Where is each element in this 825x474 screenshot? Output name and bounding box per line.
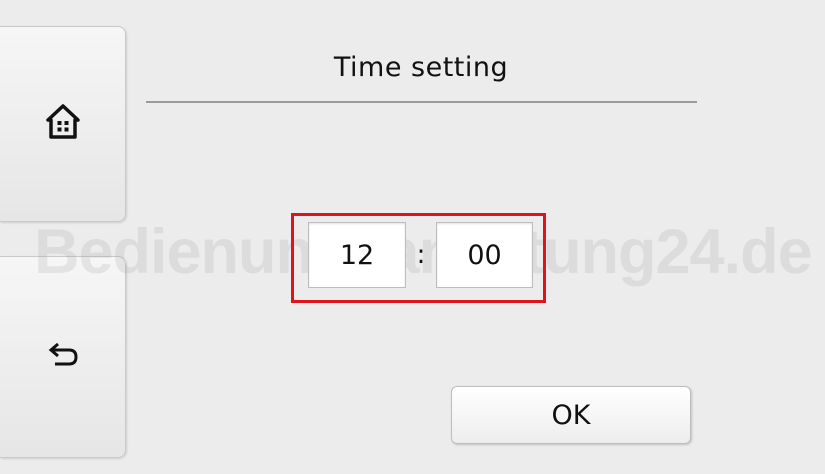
page-title: Time setting bbox=[333, 52, 509, 83]
title-divider bbox=[146, 101, 697, 103]
time-separator: : bbox=[416, 240, 426, 270]
home-button[interactable] bbox=[0, 26, 126, 222]
back-arrow-icon bbox=[47, 342, 79, 372]
back-button[interactable] bbox=[0, 256, 126, 458]
ok-button[interactable]: OK bbox=[451, 386, 691, 444]
printer-screen: Time setting Bedienungsanleitung24.de 12… bbox=[0, 0, 825, 474]
home-icon bbox=[45, 104, 80, 144]
minute-field[interactable]: 00 bbox=[436, 222, 533, 288]
hour-field[interactable]: 12 bbox=[308, 222, 406, 288]
